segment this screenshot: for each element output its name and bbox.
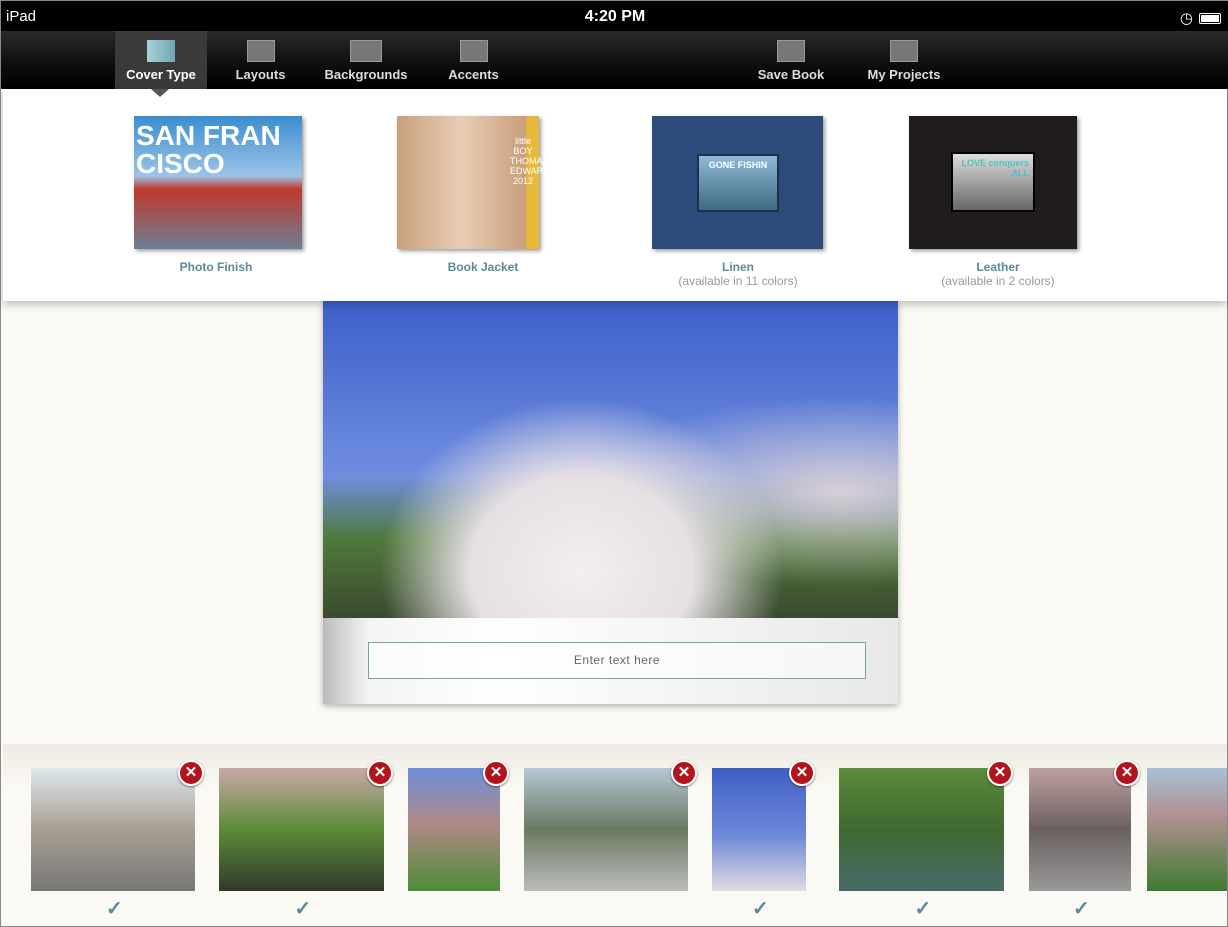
toolbar: Cover Type Layouts Backgrounds Accents S… <box>1 31 1228 89</box>
cover-label: Leather <box>976 260 1020 274</box>
active-tab-pointer <box>151 89 169 97</box>
clock: 4:20 PM <box>584 8 646 25</box>
tab-backgrounds[interactable]: Backgrounds <box>321 31 411 89</box>
leather-cover: LOVE conquers ALL <box>909 116 1077 249</box>
used-check-icon: ✓ <box>914 898 932 920</box>
linen-cover: GONE FISHIN <box>652 116 823 249</box>
clock-icon: ◷ <box>1179 10 1193 27</box>
save-icon <box>777 40 805 62</box>
book-cover-preview: Enter text here <box>323 301 898 704</box>
layout-icon <box>246 40 275 62</box>
cover-sublabel: (available in 2 colors) <box>941 274 1055 288</box>
photo-strip: ✕ ✓ ✕ ✓ ✕ ✕ ✕ ✓ ✕ ✓ ✕ ✓ <box>3 744 1227 926</box>
remove-photo-icon[interactable]: ✕ <box>987 760 1013 786</box>
tab-cover-type[interactable]: Cover Type <box>115 31 207 89</box>
remove-photo-icon[interactable]: ✕ <box>1114 760 1140 786</box>
tab-accents[interactable]: Accents <box>441 31 506 89</box>
book-icon <box>147 40 175 62</box>
photo-thumbnail[interactable] <box>1147 768 1227 891</box>
battery-icon <box>1199 12 1221 24</box>
photo-thumbnail[interactable] <box>839 768 1004 891</box>
my-projects-button[interactable]: My Projects <box>863 31 945 89</box>
photo-thumbnail[interactable] <box>1029 768 1131 891</box>
remove-photo-icon[interactable]: ✕ <box>789 760 815 786</box>
used-check-icon: ✓ <box>1073 898 1090 920</box>
photo-thumbnail[interactable] <box>31 768 195 891</box>
remove-photo-icon[interactable]: ✕ <box>178 760 204 786</box>
cover-photo[interactable] <box>323 301 898 618</box>
photo-finish-cover: SAN FRAN CISCO <box>134 116 302 249</box>
photo-thumbnail[interactable] <box>219 768 384 891</box>
tab-layouts[interactable]: Layouts <box>223 31 298 89</box>
save-book-button[interactable]: Save Book <box>753 31 829 89</box>
cover-label: Photo Finish <box>179 260 253 274</box>
used-check-icon: ✓ <box>106 898 123 920</box>
remove-photo-icon[interactable]: ✕ <box>367 760 393 786</box>
cover-sublabel: (available in 11 colors) <box>678 274 798 288</box>
photo-thumbnail[interactable] <box>408 768 500 891</box>
cover-text-input[interactable]: Enter text here <box>368 642 866 679</box>
remove-photo-icon[interactable]: ✕ <box>671 760 697 786</box>
cover-label: Linen <box>722 260 754 274</box>
landscape-icon <box>350 40 382 62</box>
photo-thumbnail[interactable] <box>712 768 806 891</box>
remove-photo-icon[interactable]: ✕ <box>483 760 509 786</box>
status-bar: iPad 4:20 PM ◷ <box>1 1 1228 31</box>
cover-label: Book Jacket <box>447 260 519 274</box>
used-check-icon: ✓ <box>752 898 769 920</box>
flower-icon <box>459 40 488 62</box>
folder-icon <box>890 40 918 62</box>
used-check-icon: ✓ <box>294 898 312 920</box>
cover-type-panel: SAN FRAN CISCO Photo Finish little BOY T… <box>3 89 1227 301</box>
photo-thumbnail[interactable] <box>524 768 688 891</box>
book-jacket-cover: little BOY THOMAS EDWARDS 2012 <box>397 116 556 249</box>
